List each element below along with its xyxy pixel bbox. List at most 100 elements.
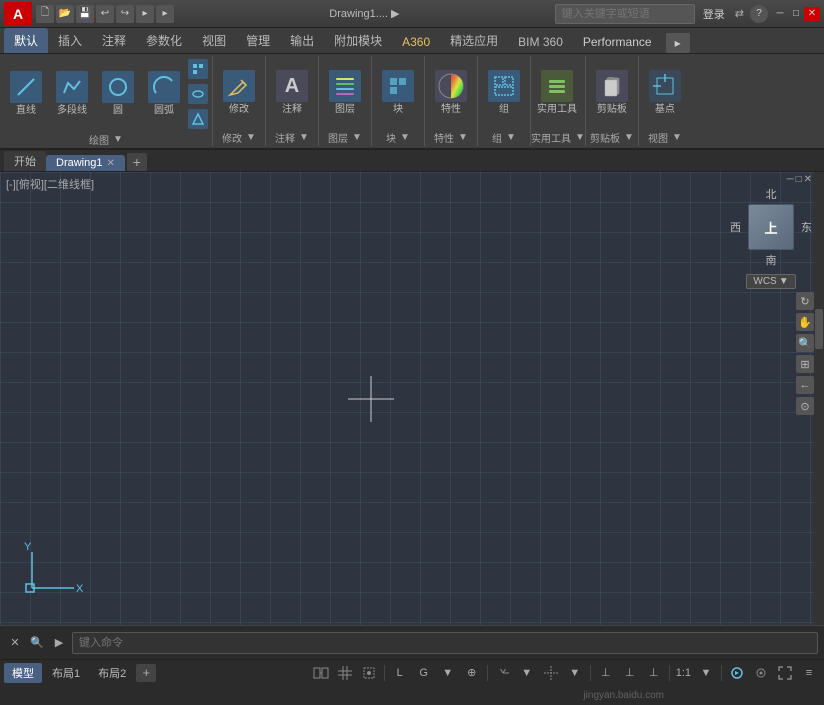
isolate-btn[interactable] bbox=[750, 663, 772, 683]
rotation-btn[interactable]: G bbox=[413, 663, 435, 683]
customize-btn[interactable]: ≡ bbox=[798, 663, 820, 683]
close-btn[interactable]: ✕ bbox=[804, 7, 820, 21]
tab-manage[interactable]: 管理 bbox=[236, 28, 280, 53]
snap1-btn[interactable]: ⊥ bbox=[595, 663, 617, 683]
layers-group-expand[interactable]: ▼ bbox=[352, 132, 362, 143]
tab-view[interactable]: 视图 bbox=[192, 28, 236, 53]
tool-basepoint[interactable]: 基点 bbox=[643, 61, 687, 125]
grid-btn[interactable] bbox=[334, 663, 356, 683]
more2-btn[interactable]: ▸ bbox=[156, 5, 174, 23]
app-logo[interactable]: A bbox=[4, 2, 32, 26]
group-group-expand[interactable]: ▼ bbox=[506, 132, 516, 143]
tool-utilities[interactable]: 实用工具 bbox=[535, 61, 579, 125]
model-icon-btn[interactable] bbox=[310, 663, 332, 683]
add-layout-btn[interactable]: + bbox=[136, 664, 156, 682]
clipboard-group-expand[interactable]: ▼ bbox=[624, 132, 634, 143]
scrollbar-thumb[interactable] bbox=[815, 309, 823, 349]
tab-addons[interactable]: 附加模块 bbox=[324, 28, 392, 53]
snap2-btn[interactable]: ⊥ bbox=[619, 663, 641, 683]
status-layout2-tab[interactable]: 布局2 bbox=[90, 663, 134, 683]
viewport-minimize[interactable]: ─ bbox=[786, 174, 793, 185]
tab-more[interactable]: ▸ bbox=[666, 33, 690, 53]
modify-group-expand[interactable]: ▼ bbox=[246, 132, 256, 143]
undo-btn[interactable]: ↩ bbox=[96, 5, 114, 23]
viewcube-wcs[interactable]: WCS ▼ bbox=[746, 274, 795, 289]
redo-btn[interactable]: ↪ bbox=[116, 5, 134, 23]
tool-layers[interactable]: 图层 bbox=[323, 61, 367, 125]
properties-group-expand[interactable]: ▼ bbox=[458, 132, 468, 143]
viewport-close[interactable]: ✕ bbox=[804, 174, 812, 185]
draw-extra-3[interactable] bbox=[188, 109, 208, 129]
cmd-search-btn[interactable]: 🔍 bbox=[28, 634, 46, 652]
tab-annotate[interactable]: 注释 bbox=[92, 28, 136, 53]
view-group-expand[interactable]: ▼ bbox=[672, 132, 682, 143]
utilities-group-expand[interactable]: ▼ bbox=[575, 132, 585, 143]
scale-down-btn[interactable]: ▼ bbox=[695, 663, 717, 683]
polar-down-btn[interactable]: ▼ bbox=[516, 663, 538, 683]
viewport[interactable]: [-][俯视][二维线框] Y X 北 南 西 东 上 bbox=[0, 172, 824, 625]
arc-icon bbox=[148, 71, 180, 103]
tool-annotate[interactable]: A 注释 bbox=[270, 61, 314, 125]
save-btn[interactable]: 💾 bbox=[76, 5, 94, 23]
tab-output[interactable]: 输出 bbox=[280, 28, 324, 53]
snap3-btn[interactable]: ⊥ bbox=[643, 663, 665, 683]
zoom-prev-btn[interactable]: ← bbox=[796, 376, 814, 394]
draw-extra-1[interactable] bbox=[188, 59, 208, 79]
tab-bim360[interactable]: BIM 360 bbox=[508, 31, 573, 53]
tool-circle[interactable]: 圆 bbox=[96, 62, 140, 126]
ortho-btn[interactable]: ⊕ bbox=[461, 663, 483, 683]
tab-add-btn[interactable]: + bbox=[127, 153, 147, 171]
help-btn[interactable]: ? bbox=[750, 5, 768, 23]
tab-start[interactable]: 开始 bbox=[4, 151, 46, 171]
tool-arc[interactable]: 圆弧 bbox=[142, 62, 186, 126]
draw-group-expand[interactable]: ▼ bbox=[113, 134, 123, 145]
command-input[interactable] bbox=[72, 632, 818, 654]
cmd-close-btn[interactable]: ✕ bbox=[6, 634, 24, 652]
login-btn[interactable]: 登录 bbox=[699, 6, 729, 22]
steer-wheels-btn[interactable]: ⊙ bbox=[796, 397, 814, 415]
tool-properties[interactable]: 特性 bbox=[429, 61, 473, 125]
viewport-maximize[interactable]: □ bbox=[796, 174, 802, 185]
snap-track-btn[interactable] bbox=[540, 663, 562, 683]
tab-default[interactable]: 默认 bbox=[4, 28, 48, 53]
rotation-down-btn[interactable]: ▼ bbox=[437, 663, 459, 683]
tool-group[interactable]: 组 bbox=[482, 61, 526, 125]
snap-btn[interactable] bbox=[358, 663, 380, 683]
vertical-scrollbar[interactable] bbox=[814, 172, 824, 625]
snap-track-down-btn[interactable]: ▼ bbox=[564, 663, 586, 683]
block-group-label: 块 bbox=[386, 130, 396, 145]
hardware-accel-btn[interactable] bbox=[726, 663, 748, 683]
fullscreen-btn[interactable] bbox=[774, 663, 796, 683]
tab-close-btn[interactable]: ✕ bbox=[106, 158, 114, 169]
zoom-extent-btn[interactable]: ⊞ bbox=[796, 355, 814, 373]
maximize-btn[interactable]: □ bbox=[788, 7, 804, 21]
tab-parametric[interactable]: 参数化 bbox=[136, 28, 192, 53]
open-btn[interactable]: 📂 bbox=[56, 5, 74, 23]
new-btn[interactable]: 🗋 bbox=[36, 5, 54, 23]
tab-insert[interactable]: 插入 bbox=[48, 28, 92, 53]
minimize-btn[interactable]: ─ bbox=[772, 7, 788, 21]
block-group-expand[interactable]: ▼ bbox=[400, 132, 410, 143]
status-model-tab[interactable]: 模型 bbox=[4, 663, 42, 683]
tool-block[interactable]: 块 bbox=[376, 61, 420, 125]
tool-clipboard[interactable]: 剪贴板 bbox=[590, 61, 634, 125]
tool-polyline[interactable]: 多段线 bbox=[50, 62, 94, 126]
cmd-arrow-btn[interactable]: ▶ bbox=[50, 634, 68, 652]
tab-featured[interactable]: 精选应用 bbox=[440, 28, 508, 53]
polar-btn[interactable] bbox=[492, 663, 514, 683]
tool-line[interactable]: 直线 bbox=[4, 62, 48, 126]
orbit-btn[interactable]: ↻ bbox=[796, 292, 814, 310]
tab-a360[interactable]: A360 bbox=[392, 31, 440, 53]
tab-drawing1[interactable]: Drawing1 ✕ bbox=[46, 155, 125, 171]
tool-modify[interactable]: 修改 bbox=[217, 61, 261, 125]
draw-extra-2[interactable] bbox=[188, 84, 208, 104]
command-search[interactable] bbox=[555, 4, 695, 24]
status-layout1-tab[interactable]: 布局1 bbox=[44, 663, 88, 683]
annotate-group-expand[interactable]: ▼ bbox=[299, 132, 309, 143]
tab-performance[interactable]: Performance bbox=[573, 31, 662, 53]
coords-btn[interactable]: L bbox=[389, 663, 411, 683]
zoom-btn[interactable]: 🔍 bbox=[796, 334, 814, 352]
pan-btn[interactable]: ✋ bbox=[796, 313, 814, 331]
more-btn[interactable]: ▸ bbox=[136, 5, 154, 23]
viewcube-face-top[interactable]: 上 bbox=[748, 204, 794, 250]
